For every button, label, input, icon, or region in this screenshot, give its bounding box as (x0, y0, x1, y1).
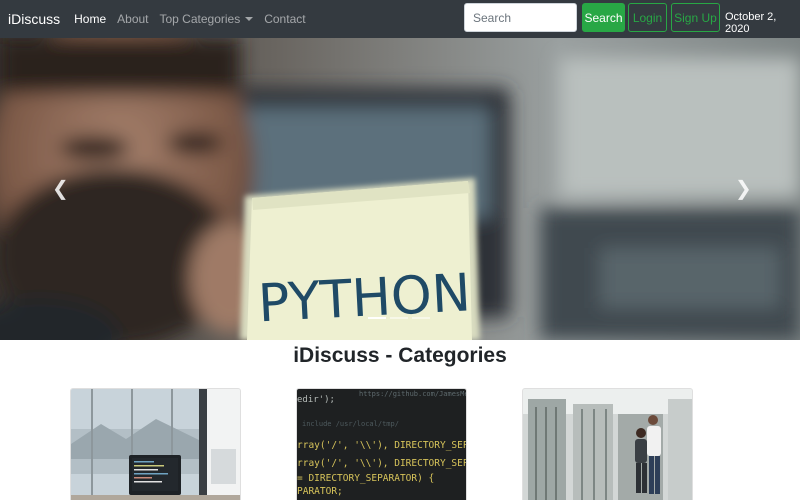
signup-button[interactable]: Sign Up (671, 3, 720, 32)
carousel-indicator[interactable] (390, 317, 408, 319)
nav-about-link[interactable]: About (117, 12, 148, 26)
nav-home-link[interactable]: Home (74, 12, 106, 26)
carousel-indicator[interactable] (368, 317, 386, 319)
category-card[interactable]: https://github.com/JamesMe edir'); inclu… (296, 388, 467, 500)
categories-heading: iDiscuss - Categories (293, 344, 507, 367)
category-card-image: https://github.com/JamesMe edir'); inclu… (297, 389, 467, 500)
nav-contact-link[interactable]: Contact (264, 12, 305, 26)
chevron-right-icon[interactable]: ❯ (735, 178, 752, 198)
code-line: PARATOR; (297, 486, 343, 497)
code-line: = DIRECTORY_SEPARATOR) { (297, 473, 434, 484)
hero-carousel: PYTHON ❮ ❯ (0, 38, 800, 340)
category-card-image (523, 389, 692, 500)
code-line: rray('/', '\\'), DIRECTORY_SEPARAT (297, 458, 467, 469)
nav-top-categories-label: Top Categories (159, 12, 241, 26)
svg-text:https://github.com/JamesMe: https://github.com/JamesMe (359, 390, 467, 398)
search-button[interactable]: Search (582, 3, 625, 32)
code-line: edir'); (297, 395, 335, 405)
category-card[interactable] (70, 388, 241, 500)
nav-top-categories-dropdown[interactable]: Top Categories (160, 12, 254, 26)
carousel-slide-image: PYTHON (0, 38, 800, 340)
category-card-image (71, 389, 240, 500)
caret-down-icon (245, 17, 254, 21)
brand-logo[interactable]: iDiscuss (8, 11, 60, 27)
carousel-indicator[interactable] (412, 317, 430, 319)
search-input[interactable] (464, 3, 577, 32)
chevron-left-icon[interactable]: ❮ (52, 178, 69, 198)
login-button[interactable]: Login (628, 3, 667, 32)
carousel-indicators (368, 317, 430, 319)
current-date: October 2, 2020 (725, 11, 777, 35)
navbar: iDiscuss Home About Top Categories Conta… (0, 0, 800, 38)
python-note-text: PYTHON (257, 263, 473, 334)
code-line: rray('/', '\\'), DIRECTORY_SEPARAT (297, 440, 467, 451)
category-card[interactable] (522, 388, 693, 500)
svg-text:include /usr/local/tmp/: include /usr/local/tmp/ (302, 420, 399, 428)
